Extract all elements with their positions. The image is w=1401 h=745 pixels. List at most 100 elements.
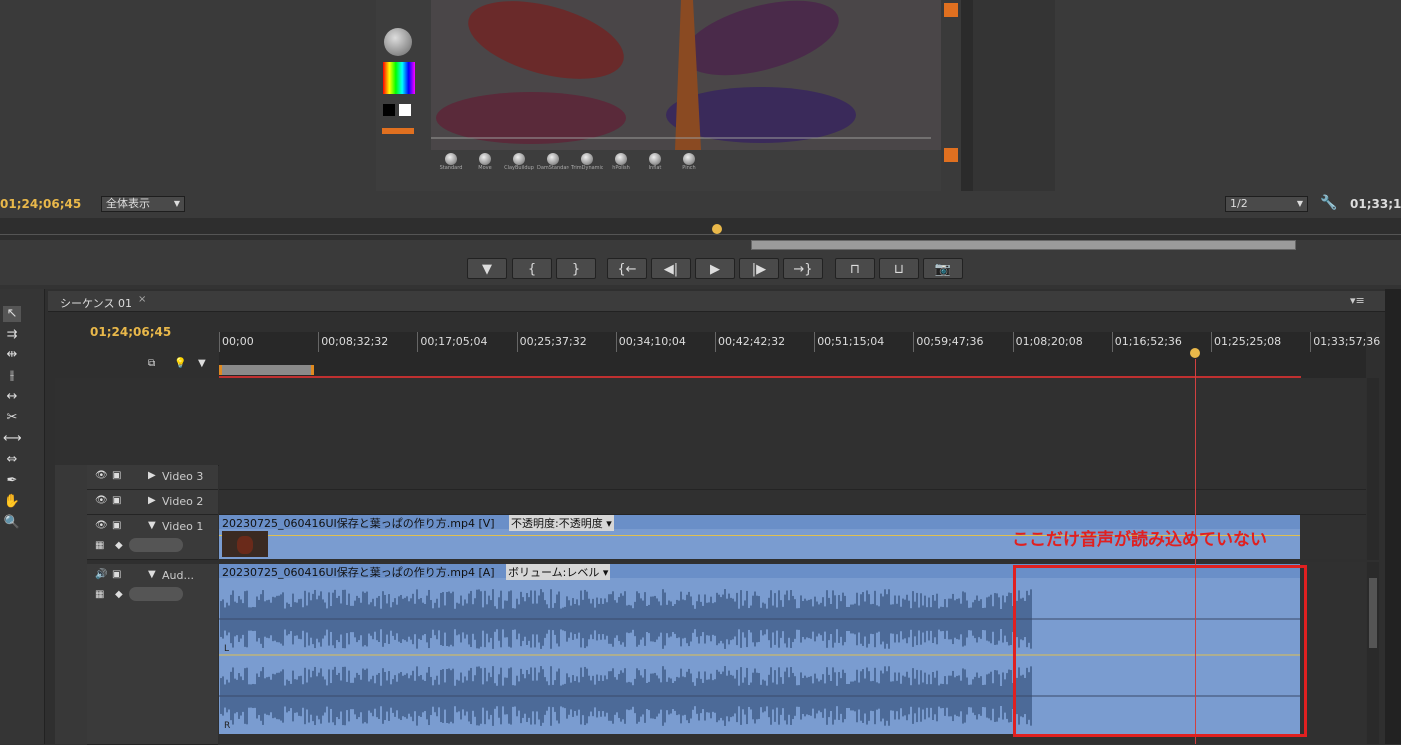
duration-timecode: 01;33;15 [1350, 197, 1401, 211]
track-lane-video2[interactable] [219, 490, 1366, 515]
work-area-bar[interactable] [219, 365, 314, 375]
eye-icon[interactable]: 👁 [95, 520, 108, 531]
mark-out-button[interactable]: } [556, 258, 596, 279]
ruler-tick [715, 332, 716, 352]
rate-stretch-tool-icon[interactable]: ↔ [3, 389, 21, 405]
zoom-select[interactable]: 全体表示 ▼ [101, 196, 185, 212]
slip-tool-icon[interactable]: ⟷ [3, 431, 22, 447]
brush-item: Pinch [673, 153, 705, 171]
collapse-triangle-icon[interactable]: ▼ [148, 569, 156, 580]
hand-tool-icon[interactable]: ✋ [3, 494, 21, 510]
ruler-label: 00;42;42;32 [718, 335, 786, 348]
keyframe-icon[interactable]: ◆ [115, 589, 123, 600]
track-target-column [55, 465, 87, 744]
material-sphere [384, 28, 412, 56]
step-forward-button[interactable]: |▶ [739, 258, 779, 279]
brush-label: ClayBuildup [504, 165, 534, 171]
ruler-label: 00;17;05;04 [420, 335, 488, 348]
resolution-select[interactable]: 1/2 ▼ [1225, 196, 1308, 212]
track-header-video3[interactable]: 👁 ▣ ▶ Video 3 [87, 465, 218, 490]
eye-icon[interactable]: 👁 [95, 495, 108, 506]
timeline-panel: ↖ ⇉ ⇹ ⫲ ↔ ✂ ⟷ ⇔ ✒ ✋ 🔍 シーケンス 01 × ▾≡ 01;2… [0, 289, 1401, 745]
razor-tool-icon[interactable]: ✂ [3, 410, 21, 426]
display-style-icon[interactable]: ▦ [95, 540, 104, 551]
sync-lock-icon[interactable]: ▣ [112, 520, 121, 531]
mark-in-button[interactable]: { [512, 258, 552, 279]
sequence-timecode[interactable]: 01;24;06;45 [90, 325, 171, 339]
lift-button[interactable]: ⊓ [835, 258, 875, 279]
slide-tool-icon[interactable]: ⇔ [3, 452, 21, 468]
go-to-in-button[interactable]: {← [607, 258, 647, 279]
brush-label: Standard [439, 165, 463, 171]
brush-sphere-icon [615, 153, 627, 165]
ruler-label: 00;59;47;36 [916, 335, 984, 348]
brush-sphere-icon [649, 153, 661, 165]
selection-tool-icon[interactable]: ↖ [3, 306, 21, 322]
brush-item: ClayBuildup [503, 153, 535, 171]
playhead-marker[interactable] [712, 224, 722, 234]
keyframe-icon[interactable]: ◆ [115, 540, 123, 551]
wrench-icon[interactable]: 🔧 [1320, 195, 1337, 211]
track-header-video1[interactable]: 👁 ▣ ▼ Video 1 ▦ ◆ [87, 515, 218, 560]
audio-scrollbar[interactable] [1367, 562, 1379, 744]
add-marker-icon[interactable]: ▼ [198, 358, 206, 369]
snap-icon[interactable]: ⧉ [148, 358, 155, 369]
zoom-select-value: 全体表示 [106, 197, 150, 210]
zoom-tool-icon[interactable]: 🔍 [3, 515, 21, 531]
expand-triangle-icon[interactable]: ▶ [148, 495, 156, 506]
time-ruler[interactable]: 00;00 00;08;32;32 00;17;05;04 00;25;37;32 00… [219, 332, 1380, 378]
go-to-out-button[interactable]: →} [783, 258, 823, 279]
speaker-icon[interactable]: 🔊 [95, 569, 107, 580]
chevron-down-icon: ▼ [173, 199, 180, 208]
track-lane-video3[interactable] [219, 465, 1366, 490]
current-timecode[interactable]: 01;24;06;45 [0, 197, 81, 211]
pen-tool-icon[interactable]: ✒ [3, 473, 21, 489]
export-frame-button[interactable]: 📷 [923, 258, 963, 279]
panel-menu-icon[interactable]: ▾≡ [1350, 294, 1365, 307]
monitor-ruler[interactable] [0, 218, 1401, 240]
brush-label: hPolish [612, 165, 630, 171]
video-effect-select[interactable]: 不透明度:不透明度 ▾ [509, 515, 614, 531]
brush-sphere-icon [479, 153, 491, 165]
video-scrollbar[interactable] [1367, 378, 1379, 560]
waveform-icon[interactable]: ▦ [95, 589, 104, 600]
ripple-edit-tool-icon[interactable]: ⇹ [3, 347, 21, 363]
ruler-label: 01;33;57;36 [1313, 335, 1381, 348]
track-select-tool-icon[interactable]: ⇉ [3, 327, 21, 343]
playhead-marker[interactable] [1190, 348, 1200, 358]
track-name-video3: Video 3 [162, 470, 204, 483]
keyframe-nav[interactable] [129, 538, 183, 552]
brush-item: hPolish [605, 153, 637, 171]
lightbulb-icon[interactable]: 💡 [174, 358, 186, 369]
ruler-tick [1012, 332, 1014, 352]
rolling-edit-tool-icon[interactable]: ⫲ [3, 368, 21, 384]
track-name-audio1: Aud... [162, 569, 194, 582]
track-header-video2[interactable]: 👁 ▣ ▶ Video 2 [87, 490, 218, 515]
play-button[interactable]: ▶ [695, 258, 735, 279]
extract-button[interactable]: ⊔ [879, 258, 919, 279]
close-icon[interactable]: × [138, 294, 146, 305]
expand-triangle-icon[interactable]: ▶ [148, 470, 156, 481]
brush-sphere-icon [683, 153, 695, 165]
sync-lock-icon[interactable]: ▣ [112, 470, 121, 481]
eye-icon[interactable]: 👁 [95, 470, 108, 481]
brush-sphere-icon [513, 153, 525, 165]
keyframe-nav[interactable] [129, 587, 183, 601]
ruler-tick [913, 332, 915, 352]
ruler-tick [1211, 332, 1212, 352]
zoom-scroll-bar[interactable] [751, 240, 1296, 250]
brush-label: DamStandard [537, 165, 569, 171]
sync-lock-icon[interactable]: ▣ [112, 569, 121, 580]
brush-item: DamStandard [537, 153, 569, 171]
leaves-model [431, 0, 931, 150]
sync-lock-icon[interactable]: ▣ [112, 495, 121, 506]
tab-sequence-01[interactable]: シーケンス 01 [60, 295, 132, 311]
step-back-button[interactable]: ◀| [651, 258, 691, 279]
ruler-tick [615, 332, 617, 352]
collapse-triangle-icon[interactable]: ▼ [148, 520, 156, 531]
ruler-tick [516, 332, 518, 352]
marker-button[interactable]: ▼ [467, 258, 507, 279]
brush-label: Pinch [682, 165, 696, 171]
track-header-audio1[interactable]: 🔊 ▣ ▼ Aud... ▦ ◆ [87, 564, 218, 745]
ruler-label: 00;25;37;32 [519, 335, 587, 348]
